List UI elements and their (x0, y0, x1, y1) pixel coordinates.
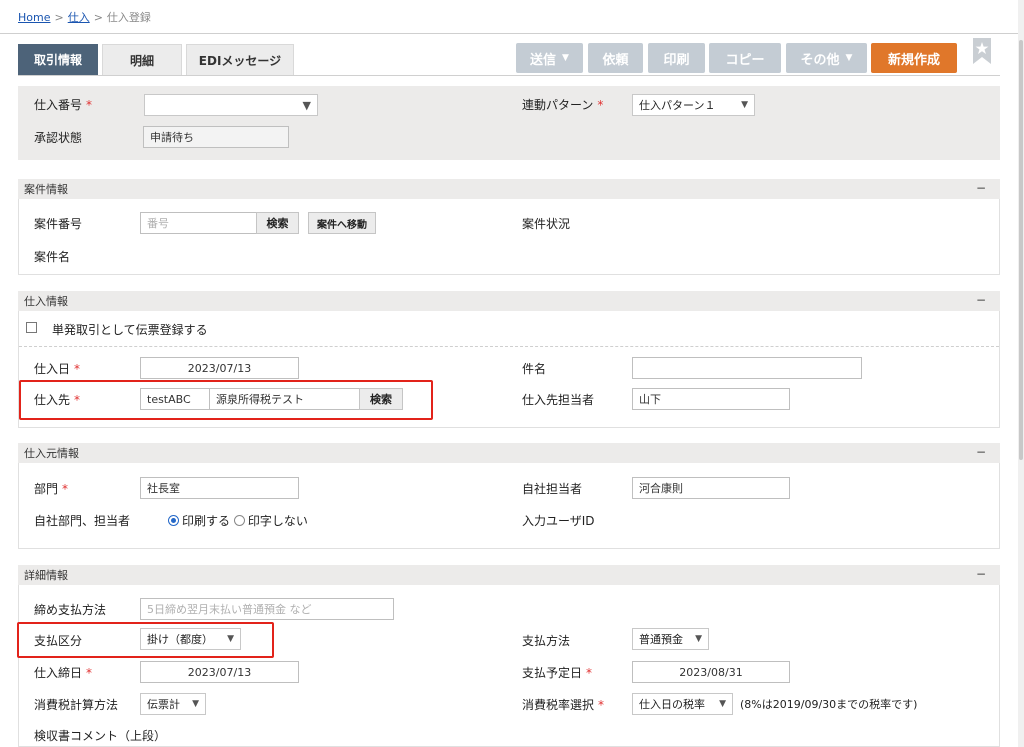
chevron-down-icon: ▼ (845, 53, 853, 63)
tax-calc-select[interactable]: 伝票計 ▼ (140, 693, 206, 715)
project-search-button[interactable]: 検索 (256, 212, 299, 234)
bookmark-star-svg (973, 38, 991, 64)
print-radio[interactable] (168, 515, 179, 526)
department-label: 部門 * (34, 482, 69, 496)
breadcrumb-separator: > (93, 11, 103, 24)
link-pattern-label: 連動パターン * (522, 98, 604, 112)
supplier-contact-input[interactable]: 山下 (632, 388, 790, 410)
supplier-name-input[interactable]: 源泉所得税テスト (209, 388, 360, 410)
chevron-down-icon: ▼ (302, 98, 311, 112)
print-radio-group: 印刷する 印字しない (168, 512, 308, 529)
copy-button[interactable]: コピー (709, 43, 781, 73)
tab-transaction-info[interactable]: 取引情報 (18, 44, 98, 75)
input-user-label: 入力ユーザID (522, 514, 595, 528)
source-info-section (18, 463, 1000, 549)
supplier-search-button[interactable]: 検索 (359, 388, 403, 410)
supplier-label: 仕入先 * (34, 393, 81, 407)
project-info-header[interactable]: 案件情報 − (18, 179, 1000, 199)
closing-date-label: 仕入締日 * (34, 666, 93, 680)
supplier-contact-label: 仕入先担当者 (522, 393, 595, 407)
due-date-input[interactable]: 2023/08/31 (632, 661, 790, 683)
chevron-down-icon: ▼ (741, 100, 748, 110)
print-button[interactable]: 印刷 (648, 43, 705, 73)
checkbox-box[interactable] (26, 322, 37, 333)
closing-method-input[interactable]: 5日締め翌月末払い普通預金 など (140, 598, 394, 620)
inspection-comment-label: 検収書コメント（上段） (34, 729, 167, 743)
print-radio-label: 印刷する (182, 514, 231, 528)
scrollbar[interactable] (1018, 0, 1024, 747)
project-info-section (18, 199, 1000, 275)
purchase-no-select[interactable]: ▼ (144, 94, 318, 116)
payment-method-label: 支払方法 (522, 634, 571, 648)
link-pattern-select[interactable]: 仕入パターン１ ▼ (632, 94, 755, 116)
goto-project-button[interactable]: 案件へ移動 (308, 212, 376, 234)
breadcrumb-home-link[interactable]: Home (18, 11, 50, 24)
tax-rate-select[interactable]: 仕入日の税率 ▼ (632, 693, 733, 715)
collapse-icon[interactable]: − (976, 567, 986, 581)
chevron-down-icon: ▼ (562, 53, 569, 63)
send-button[interactable]: 送信 ▼ (516, 43, 583, 73)
project-status-label: 案件状況 (522, 217, 571, 231)
purchase-info-header[interactable]: 仕入情報 − (18, 291, 1000, 311)
project-no-label: 案件番号 (34, 217, 83, 231)
closing-method-label: 締め支払方法 (34, 603, 107, 617)
chevron-down-icon: ▼ (695, 634, 702, 644)
request-button[interactable]: 依頼 (588, 43, 643, 73)
new-create-button[interactable]: 新規作成 (871, 43, 957, 73)
tax-rate-label: 消費税率選択 * (522, 698, 605, 712)
subject-label: 件名 (522, 362, 547, 376)
oneoff-label: 単発取引として伝票登録する (52, 323, 208, 337)
due-date-label: 支払予定日 * (522, 666, 593, 680)
supplier-code-input[interactable]: testABC (140, 388, 210, 410)
other-button-label: その他 (800, 52, 840, 68)
noprint-radio[interactable] (233, 515, 245, 526)
project-name-label: 案件名 (34, 250, 71, 264)
send-button-label: 送信 (530, 52, 557, 68)
tax-rate-note: (8%は2019/09/30までの税率です) (740, 698, 918, 711)
subject-input[interactable] (632, 357, 862, 379)
detail-info-header[interactable]: 詳細情報 − (18, 565, 1000, 585)
collapse-icon[interactable]: − (976, 181, 986, 195)
tab-details[interactable]: 明細 (102, 44, 182, 75)
department-input[interactable]: 社長室 (140, 477, 299, 499)
chevron-down-icon: ▼ (192, 699, 199, 709)
payment-type-select[interactable]: 掛け（都度） ▼ (140, 628, 241, 650)
approval-status-label: 承認状態 (34, 131, 83, 145)
chevron-down-icon: ▼ (719, 699, 726, 709)
purchase-date-label: 仕入日 * (34, 362, 81, 376)
approval-status-field: 申請待ち (143, 126, 289, 148)
payment-method-select[interactable]: 普通預金 ▼ (632, 628, 709, 650)
scrollbar-thumb[interactable] (1019, 40, 1023, 460)
collapse-icon[interactable]: − (976, 445, 986, 459)
own-dept-contact-label: 自社部門、担当者 (34, 514, 131, 528)
breadcrumb-current: 仕入登録 (106, 11, 151, 24)
tab-edi-message[interactable]: EDIメッセージ (186, 44, 294, 75)
purchase-no-label: 仕入番号 * (34, 98, 93, 112)
noprint-radio-label: 印字しない (247, 514, 308, 528)
collapse-icon[interactable]: − (976, 293, 986, 307)
bookmark-star-icon[interactable] (970, 38, 994, 64)
own-contact-label: 自社担当者 (522, 482, 583, 496)
header-divider (0, 33, 1018, 34)
breadcrumb-purchase-link[interactable]: 仕入 (68, 11, 90, 24)
tax-calc-label: 消費税計算方法 (34, 698, 119, 712)
oneoff-checkbox[interactable] (26, 322, 37, 336)
project-no-input[interactable]: 番号 (140, 212, 257, 234)
chevron-down-icon: ▼ (227, 634, 234, 644)
purchase-date-input[interactable]: 2023/07/13 (140, 357, 299, 379)
section-divider (19, 346, 999, 347)
own-contact-input[interactable]: 河合康則 (632, 477, 790, 499)
payment-type-label: 支払区分 (34, 634, 83, 648)
source-info-header[interactable]: 仕入元情報 − (18, 443, 1000, 463)
tab-underline (18, 75, 1000, 76)
breadcrumb: Home > 仕入 > 仕入登録 (18, 9, 151, 25)
other-button[interactable]: その他 ▼ (786, 43, 867, 73)
closing-date-input[interactable]: 2023/07/13 (140, 661, 299, 683)
breadcrumb-separator: > (54, 11, 64, 24)
